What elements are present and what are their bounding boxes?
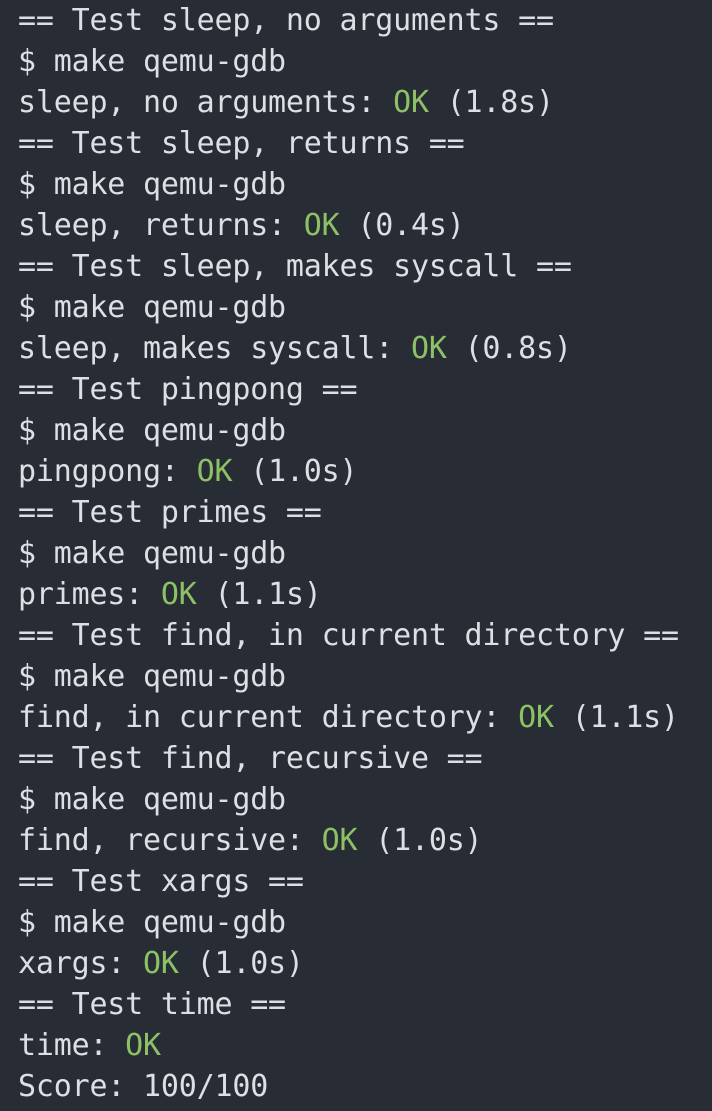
test-name: sleep, returns: (18, 208, 304, 243)
status-ok: OK (143, 946, 179, 981)
test-name: xargs: (18, 946, 144, 981)
test-result-line: sleep, no arguments: OK (1.8s) (18, 82, 679, 123)
command-line: $ make qemu-gdb (18, 905, 286, 940)
command-line: $ make qemu-gdb (18, 167, 286, 202)
test-result-line: sleep, returns: OK (0.4s) (18, 205, 679, 246)
status-ok: OK (196, 454, 233, 489)
test-header-line: == Test find, in current directory == (18, 618, 679, 653)
test-duration: (0.4s) (339, 208, 465, 243)
test-result-line: find, recursive: OK (1.0s) (18, 820, 679, 861)
test-duration: (1.0s) (357, 823, 483, 858)
test-name: find, recursive: (18, 823, 322, 858)
test-name: primes: (18, 577, 161, 612)
test-duration: (0.8s) (446, 331, 572, 366)
test-result-line: find, in current directory: OK (1.1s) (18, 697, 679, 738)
status-ok: OK (518, 700, 554, 735)
test-result-line: pingpong: OK (1.0s) (18, 451, 679, 492)
status-ok: OK (160, 577, 197, 612)
test-header-line: == Test xargs == (18, 864, 304, 899)
test-name: find, in current directory: (18, 700, 519, 735)
test-header-line: == Test pingpong == (18, 372, 358, 407)
test-name: pingpong: (18, 454, 197, 489)
score-line: Score: 100/100 (18, 1069, 269, 1104)
terminal-output: == Test sleep, no arguments == $ make qem… (18, 0, 679, 1107)
status-ok: OK (393, 85, 429, 120)
test-duration: (1.8s) (428, 85, 554, 120)
test-header-line: == Test time == (18, 987, 286, 1022)
command-line: $ make qemu-gdb (18, 536, 286, 571)
test-duration: (1.1s) (553, 700, 679, 735)
command-line: $ make qemu-gdb (18, 290, 286, 325)
test-result-line: primes: OK (1.1s) (18, 574, 679, 615)
test-result-line: sleep, makes syscall: OK (0.8s) (18, 328, 679, 369)
test-header-line: == Test find, recursive == (18, 741, 483, 776)
test-name: sleep, makes syscall: (18, 331, 411, 366)
test-header-line: == Test sleep, no arguments == (18, 3, 554, 38)
test-header-line: == Test sleep, returns == (18, 126, 465, 161)
command-line: $ make qemu-gdb (18, 44, 286, 79)
test-name: sleep, no arguments: (18, 85, 394, 120)
test-duration: (1.0s) (178, 946, 304, 981)
test-name: time: (18, 1028, 126, 1063)
test-result-line: time: OK (18, 1025, 679, 1066)
status-ok: OK (321, 823, 358, 858)
command-line: $ make qemu-gdb (18, 413, 286, 448)
test-header-line: == Test sleep, makes syscall == (18, 249, 572, 284)
command-line: $ make qemu-gdb (18, 782, 286, 817)
test-duration: (1.0s) (232, 454, 358, 489)
command-line: $ make qemu-gdb (18, 659, 286, 694)
terminal-window[interactable]: == Test sleep, no arguments == $ make qem… (0, 0, 712, 1111)
test-header-line: == Test primes == (18, 495, 322, 530)
test-result-line: xargs: OK (1.0s) (18, 943, 679, 984)
status-ok: OK (410, 331, 447, 366)
status-ok: OK (303, 208, 340, 243)
test-duration: (1.1s) (196, 577, 322, 612)
status-ok: OK (125, 1028, 161, 1063)
